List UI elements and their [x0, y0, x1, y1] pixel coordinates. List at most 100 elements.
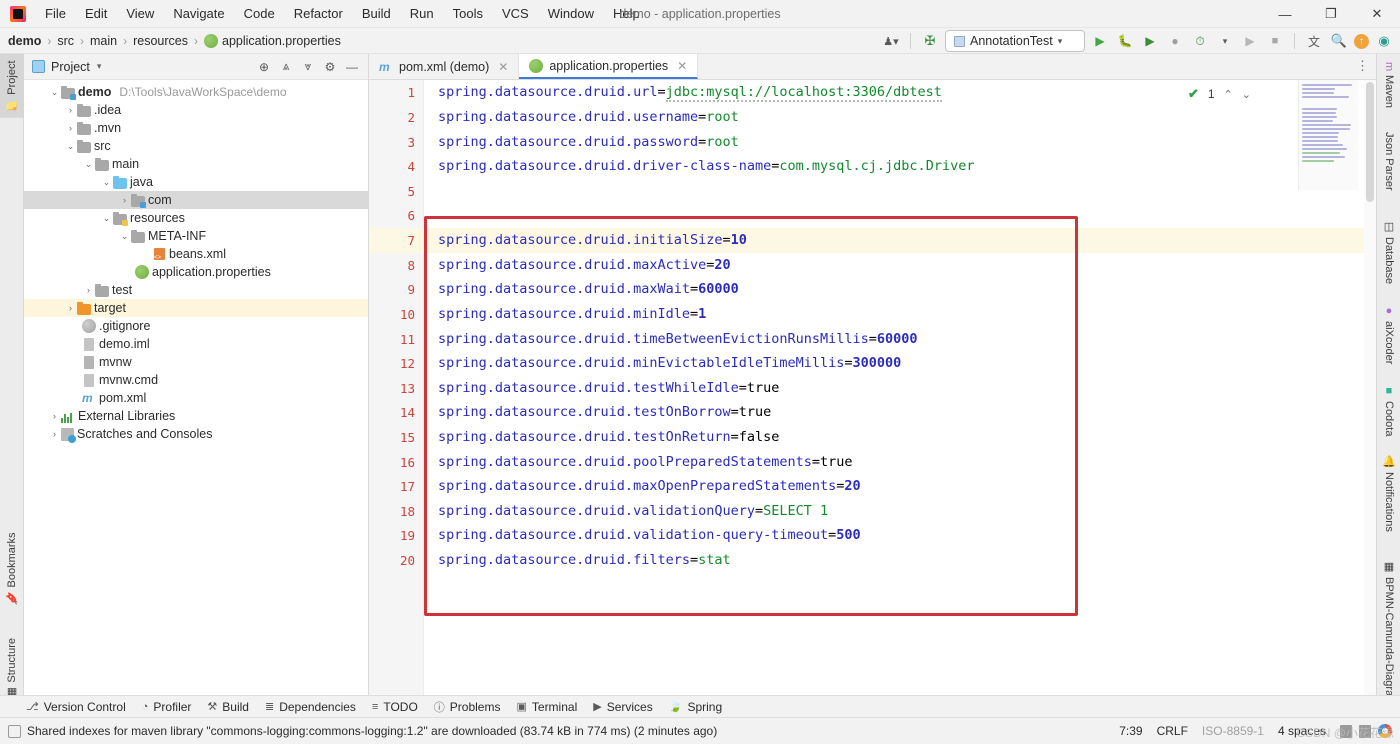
- menu-refactor[interactable]: Refactor: [285, 2, 352, 25]
- run-dashboard-icon[interactable]: ⏱: [1190, 31, 1210, 51]
- code-line-10[interactable]: spring.datasource.druid.minIdle=1: [438, 302, 706, 327]
- editor-tab-pom-xml[interactable]: m pom.xml (demo) ✕: [369, 54, 520, 79]
- tree-item-resources[interactable]: ⌄ resources: [24, 209, 368, 227]
- code-line-12[interactable]: spring.datasource.druid.minEvictableIdle…: [438, 351, 901, 376]
- tree-item-test[interactable]: › test: [24, 281, 368, 299]
- chevron-down-icon[interactable]: ⌄: [64, 141, 77, 152]
- code-line-15[interactable]: spring.datasource.druid.testOnReturn=fal…: [438, 425, 779, 450]
- hide-panel-icon[interactable]: —: [342, 57, 362, 77]
- code-line-13[interactable]: spring.datasource.druid.testWhileIdle=tr…: [438, 376, 779, 401]
- maximize-button[interactable]: ❐: [1308, 0, 1354, 28]
- update-project-icon[interactable]: ↑: [1354, 33, 1369, 49]
- settings-gear-icon[interactable]: ⚙: [320, 57, 340, 77]
- hammer-build-icon[interactable]: ✠: [920, 31, 940, 51]
- breadcrumb-src[interactable]: src: [57, 34, 74, 48]
- chevron-right-icon[interactable]: ›: [64, 303, 77, 313]
- sidebar-item-aixcoder[interactable]: ● aiXcoder: [1377, 299, 1400, 370]
- sidebar-item-bpmn-diagram[interactable]: ▦ BPMN-Camunda-Diagram: [1377, 554, 1400, 711]
- code-line-9[interactable]: spring.datasource.druid.maxWait=60000: [438, 277, 739, 302]
- menu-navigate[interactable]: Navigate: [164, 2, 233, 25]
- tool-button-todo[interactable]: ≡ TODO: [372, 700, 418, 714]
- code-line-2[interactable]: spring.datasource.druid.username=root: [438, 105, 739, 130]
- run-with-coverage-icon[interactable]: ▶: [1140, 31, 1160, 51]
- stop-icon[interactable]: ■: [1265, 31, 1285, 51]
- sidebar-item-json-parser[interactable]: Json Parser: [1377, 126, 1400, 197]
- tree-item-target[interactable]: › target: [24, 299, 368, 317]
- chevron-down-icon[interactable]: ⌄: [82, 159, 95, 170]
- code-line-1[interactable]: spring.datasource.druid.url=jdbc:mysql:/…: [438, 80, 942, 105]
- code-line-11[interactable]: spring.datasource.druid.timeBetweenEvict…: [438, 327, 918, 352]
- menu-edit[interactable]: Edit: [76, 2, 116, 25]
- breadcrumb-resources[interactable]: resources: [133, 34, 188, 48]
- menu-tools[interactable]: Tools: [444, 2, 492, 25]
- close-button[interactable]: ✕: [1354, 0, 1400, 28]
- chevron-right-icon[interactable]: ›: [64, 105, 77, 115]
- menu-build[interactable]: Build: [353, 2, 400, 25]
- chevron-down-icon[interactable]: ⌄: [118, 231, 131, 242]
- collapse-all-icon[interactable]: ⩔: [298, 57, 318, 77]
- tree-item-gitignore[interactable]: .gitignore: [24, 317, 368, 335]
- sidebar-item-notifications[interactable]: 🔔 Notifications: [1377, 449, 1400, 538]
- chevron-down-icon[interactable]: ⌄: [100, 177, 113, 188]
- sidebar-item-bookmarks[interactable]: 🔖 Bookmarks: [0, 526, 24, 610]
- tree-item-main[interactable]: ⌄ main: [24, 155, 368, 173]
- tree-item-mvnw[interactable]: mvnw: [24, 353, 368, 371]
- editor-minimap[interactable]: [1298, 80, 1358, 190]
- breadcrumb-application-properties[interactable]: application.properties: [222, 34, 341, 48]
- code-line-19[interactable]: spring.datasource.druid.validation-query…: [438, 523, 861, 548]
- tree-item-idea[interactable]: › .idea: [24, 101, 368, 119]
- menu-vcs[interactable]: VCS: [493, 2, 538, 25]
- expand-all-icon[interactable]: ⩓: [276, 57, 296, 77]
- editor-vertical-scrollbar[interactable]: [1364, 80, 1376, 706]
- tree-item-src[interactable]: ⌄ src: [24, 137, 368, 155]
- caret-position[interactable]: 7:39: [1119, 724, 1142, 738]
- tree-item-mvnw-cmd[interactable]: mvnw.cmd: [24, 371, 368, 389]
- chevron-down-icon[interactable]: ▾: [97, 61, 102, 72]
- tree-item-demo-iml[interactable]: demo.iml: [24, 335, 368, 353]
- breadcrumb-main[interactable]: main: [90, 34, 117, 48]
- tree-item-external-libraries[interactable]: › External Libraries: [24, 407, 368, 425]
- tool-button-spring[interactable]: 🍃 Spring: [669, 700, 722, 714]
- code-line-3[interactable]: spring.datasource.druid.password=root: [438, 130, 739, 155]
- close-icon[interactable]: ✕: [498, 60, 508, 74]
- run-icon[interactable]: ▶: [1090, 31, 1110, 51]
- menu-help[interactable]: Help: [604, 2, 649, 25]
- code-line-14[interactable]: spring.datasource.druid.testOnBorrow=tru…: [438, 400, 771, 425]
- menu-window[interactable]: Window: [539, 2, 603, 25]
- breadcrumb-demo[interactable]: demo: [8, 34, 41, 48]
- tree-item-com[interactable]: › com: [24, 191, 368, 209]
- tool-button-profiler[interactable]: ◔ Profiler: [142, 700, 192, 714]
- menu-view[interactable]: View: [117, 2, 163, 25]
- tree-item-beans-xml[interactable]: beans.xml: [24, 245, 368, 263]
- tree-item-java[interactable]: ⌄ java: [24, 173, 368, 191]
- chevron-right-icon[interactable]: ›: [48, 429, 61, 439]
- rerun-icon[interactable]: ▶: [1240, 31, 1260, 51]
- menu-file[interactable]: File: [36, 2, 75, 25]
- editor-tab-options-icon[interactable]: ⋮: [1356, 58, 1370, 74]
- user-settings-icon[interactable]: ♟▾: [881, 31, 901, 51]
- chevron-right-icon[interactable]: ›: [118, 195, 131, 205]
- translate-icon[interactable]: 文: [1304, 31, 1324, 51]
- code-line-8[interactable]: spring.datasource.druid.maxActive=20: [438, 253, 731, 278]
- inspection-widget[interactable]: ✔ 1 ⌃ ⌄: [1188, 86, 1251, 102]
- scrollbar-thumb[interactable]: [1366, 82, 1374, 202]
- lock-icon[interactable]: [1340, 724, 1352, 738]
- run-configuration-selector[interactable]: AnnotationTest ▾: [945, 30, 1085, 52]
- editor-tab-application-properties[interactable]: application.properties ✕: [519, 54, 699, 79]
- sidebar-item-maven[interactable]: m Maven: [1377, 56, 1400, 114]
- debug-icon[interactable]: 🐛: [1115, 31, 1135, 51]
- tree-item-meta-inf[interactable]: ⌄ META-INF: [24, 227, 368, 245]
- close-icon[interactable]: ✕: [677, 59, 687, 73]
- chevron-right-icon[interactable]: ›: [64, 123, 77, 133]
- tool-button-terminal[interactable]: ▣ Terminal: [516, 700, 577, 714]
- sidebar-item-codota[interactable]: ■ Codota: [1377, 379, 1400, 442]
- tree-item-mvn[interactable]: › .mvn: [24, 119, 368, 137]
- database-status-icon[interactable]: [1359, 724, 1371, 738]
- tree-item-pom-xml[interactable]: m pom.xml: [24, 389, 368, 407]
- menu-code[interactable]: Code: [235, 2, 284, 25]
- code-line-17[interactable]: spring.datasource.druid.maxOpenPreparedS…: [438, 474, 861, 499]
- code-line-16[interactable]: spring.datasource.druid.poolPreparedStat…: [438, 450, 853, 475]
- code-line-4[interactable]: spring.datasource.druid.driver-class-nam…: [438, 154, 974, 179]
- code-line-20[interactable]: spring.datasource.druid.filters=stat: [438, 548, 731, 573]
- tree-item-application-properties[interactable]: application.properties: [24, 263, 368, 281]
